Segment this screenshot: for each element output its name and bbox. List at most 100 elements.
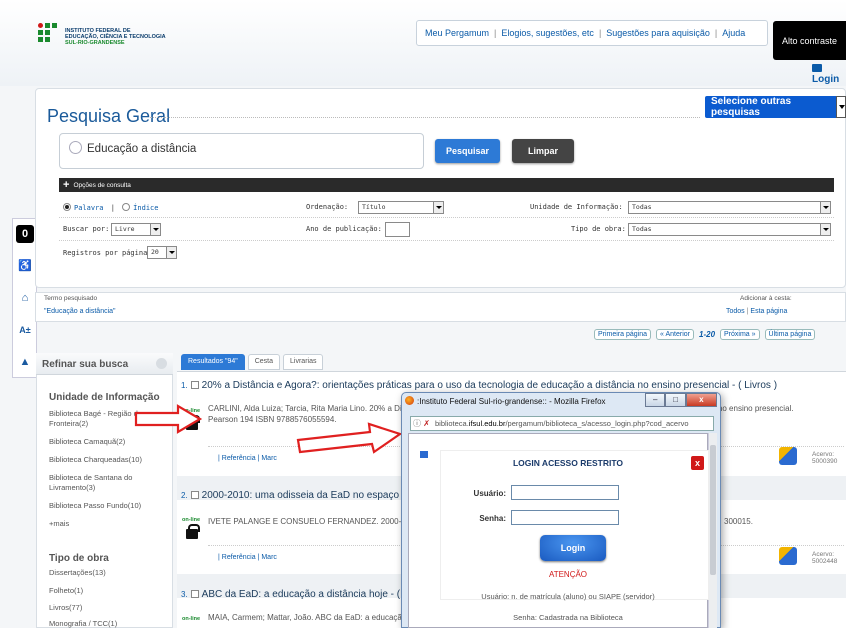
popup-url-bar[interactable]: biblioteca.ifsul.edu.br/pergamum/bibliot… [410, 416, 714, 431]
search-options-bar[interactable]: + Opções de consulta [59, 178, 834, 192]
maximize-button[interactable]: □ [665, 393, 686, 407]
chevron-down-icon [166, 247, 176, 258]
next-page-button[interactable]: Próxima » [720, 329, 760, 340]
type-value: Todas [632, 225, 652, 233]
result-title-row: 2. 2000-2010: uma odisseia da EaD no espa… [181, 490, 399, 501]
term-label: Termo pesquisado [44, 295, 98, 302]
site-info-icon[interactable]: ⓘ ✗ [413, 418, 430, 429]
close-window-button[interactable]: x [685, 393, 717, 407]
institute-logo-text[interactable]: INSTITUTO FEDERAL DE EDUCAÇÃO, CIÊNCIA E… [65, 28, 166, 46]
unit-select[interactable]: Todas [628, 201, 831, 214]
scrollbar-thumb[interactable] [710, 445, 716, 575]
result-checkbox[interactable] [190, 491, 199, 499]
result-number: 3. [181, 590, 188, 599]
contrast-toggle-icon[interactable]: 0 [16, 225, 34, 243]
search-mode-radio-group: Palavra | Índice [63, 203, 158, 212]
lock-icon[interactable] [186, 524, 200, 539]
result-description-2: 300015. [724, 517, 753, 526]
search-by-select[interactable]: Livre [111, 223, 161, 236]
sign-language-icon[interactable]: ♿ [16, 257, 34, 275]
refine-type-item[interactable]: Monografia / TCC(1) [49, 619, 117, 628]
basket-page-link[interactable]: Esta página [750, 308, 787, 315]
marc-link[interactable]: Marc [261, 455, 277, 462]
refine-type-item[interactable]: Dissertações(13) [49, 568, 106, 578]
password-field[interactable] [511, 510, 619, 525]
link-elogios[interactable]: Elogios, sugestões, etc [501, 28, 594, 38]
high-contrast-button[interactable]: Alto contraste [773, 21, 846, 60]
refine-type-item[interactable]: Folheto(1) [49, 586, 83, 596]
scroll-top-icon[interactable]: ▲ [16, 353, 34, 371]
search-query-value: Educação a distância [87, 143, 197, 155]
search-term-strip [35, 292, 846, 322]
ordering-select[interactable]: Título [358, 201, 444, 214]
result-links: | Referência | Marc [218, 455, 277, 462]
clear-button[interactable]: Limpar [512, 139, 574, 163]
link-sugestoes-aquisicao[interactable]: Sugestões para aquisição [606, 28, 710, 38]
login-submit-button[interactable]: Login [540, 535, 606, 561]
result-title[interactable]: ABC da EaD: a educação a distância hoje … [202, 589, 400, 600]
close-icon[interactable]: x [691, 456, 704, 470]
radio-index[interactable] [122, 203, 131, 211]
year-input[interactable] [385, 222, 410, 237]
red-arrow-annotation [134, 404, 203, 434]
password-hint: Senha: Cadastrada na Biblioteca [513, 613, 623, 622]
search-by-label: Buscar por: [63, 225, 110, 233]
unlock-icon [420, 451, 428, 458]
per-page-value: 20 [151, 248, 159, 256]
url-domain: ifsul.edu.br [468, 419, 506, 428]
add-to-basket-label: Adicionar à cesta: [740, 295, 792, 302]
refine-type-item[interactable]: Livros(77) [49, 603, 82, 613]
acervo-number: 5002448 [812, 558, 838, 565]
search-options-label: Opções de consulta [73, 181, 131, 189]
result-title-row: 3. ABC da EaD: a educação a distância hoj… [181, 589, 400, 600]
book-status-icon[interactable] [779, 447, 797, 465]
firefox-icon [405, 396, 414, 405]
refine-unit-item[interactable]: Biblioteca Camaquã(2) [49, 437, 125, 447]
search-icon [69, 141, 82, 154]
home-icon[interactable]: ⌂ [16, 289, 34, 307]
last-page-button[interactable]: Última página [764, 329, 816, 340]
reference-link[interactable]: Referência [222, 455, 256, 462]
refine-type-title: Tipo de obra [49, 553, 109, 564]
marc-link[interactable]: Marc [261, 554, 277, 561]
link-meu-pergamum[interactable]: Meu Pergamum [425, 28, 489, 38]
url-path: /pergamum/biblioteca_s/acesso_login.php?… [505, 419, 689, 428]
refine-unit-item[interactable]: Biblioteca de Santana do Livramento(3) [49, 473, 169, 493]
first-page-button[interactable]: Primeira página [594, 329, 652, 340]
refine-more-link[interactable]: +mais [49, 519, 69, 529]
result-tabs: Resultados "94" Cesta Livrarias [181, 354, 324, 370]
other-searches-select[interactable]: Selecione outras pesquisas [705, 96, 846, 118]
refine-unit-item[interactable]: Biblioteca Passo Fundo(10) [49, 501, 141, 511]
username-label: Usuário: [473, 489, 506, 498]
prev-page-button[interactable]: « Anterior [656, 329, 694, 340]
tab-results[interactable]: Resultados "94" [181, 354, 245, 370]
search-button[interactable]: Pesquisar [435, 139, 500, 163]
logo-line-3: SUL-RIO-GRANDENSE [65, 40, 125, 46]
other-searches-label: Selecione outras pesquisas [711, 96, 792, 118]
login-link[interactable]: Login [812, 63, 846, 85]
chevron-down-icon [820, 224, 830, 235]
type-select[interactable]: Todas [628, 223, 831, 236]
online-label: on-line [182, 616, 201, 622]
result-checkbox[interactable] [190, 381, 199, 389]
result-title[interactable]: 2000-2010: uma odisseia da EaD no espaço [202, 490, 399, 501]
link-ajuda[interactable]: Ajuda [722, 28, 745, 38]
minimize-button[interactable]: – [645, 393, 666, 407]
result-number: 2. [181, 491, 188, 500]
result-title[interactable]: 20% a Distância e Agora?: orientações pr… [202, 380, 777, 391]
per-page-select[interactable]: 20 [147, 246, 177, 259]
basket-all-link[interactable]: Todos [726, 308, 745, 315]
username-field[interactable] [511, 485, 619, 500]
result-checkbox[interactable] [190, 590, 199, 598]
popup-scrollbar[interactable] [708, 433, 717, 628]
reference-link[interactable]: Referência [222, 554, 256, 561]
collapse-icon[interactable] [156, 358, 167, 369]
tab-basket[interactable]: Cesta [247, 354, 281, 370]
radio-word[interactable] [63, 203, 71, 211]
refine-unit-item[interactable]: Biblioteca Charqueadas(10) [49, 455, 142, 465]
tab-bookstores[interactable]: Livrarias [283, 354, 324, 370]
type-label: Tipo de obra: [571, 225, 626, 233]
book-status-icon[interactable] [779, 547, 797, 565]
font-size-icon[interactable]: A± [16, 321, 34, 339]
popup-window-title: :Instituto Federal Sul-rio-grandense:: -… [417, 397, 606, 406]
